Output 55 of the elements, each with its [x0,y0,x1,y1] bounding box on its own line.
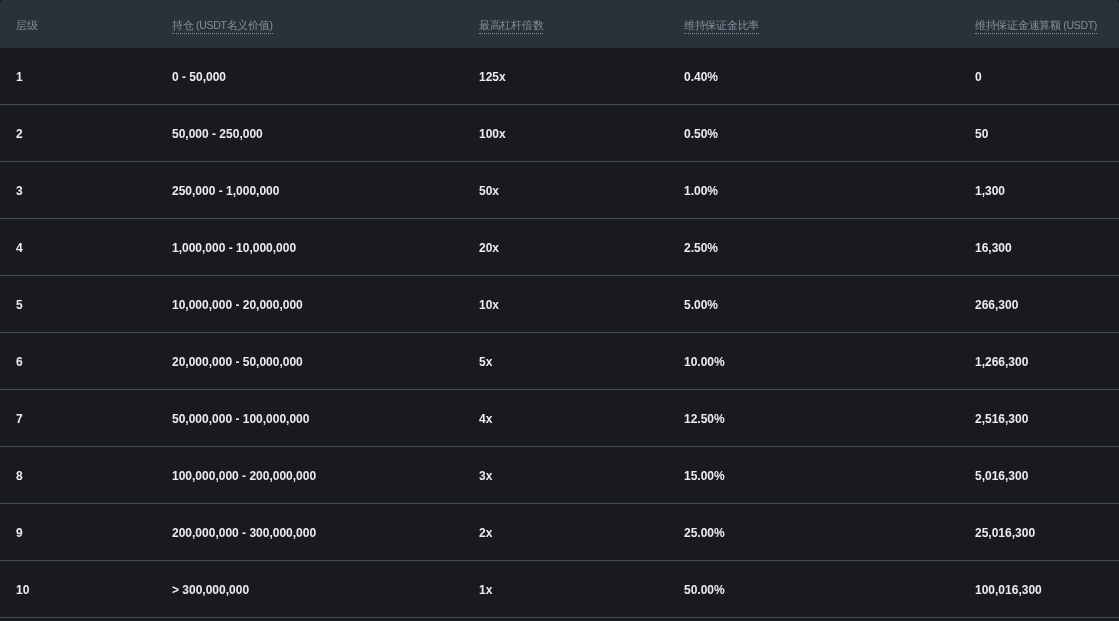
table-cell: 5.00% [684,298,719,312]
table-cell: 0 [975,70,982,84]
table-cell: 100x [479,127,506,141]
column-header: 层级 [16,19,38,33]
table-cell: 15.00% [684,469,725,483]
table-cell: 25.00% [684,526,725,540]
table-cell: 5x [479,355,493,369]
table-cell: 0.50% [684,127,719,141]
table-cell: > 300,000,000 [172,583,250,597]
table-cell: 20,000,000 - 50,000,000 [172,355,303,369]
table-cell: 1.00% [684,184,719,198]
table-cell: 0.40% [684,70,719,84]
table-cell: 0 - 50,000 [172,70,227,84]
table-cell: 12.50% [684,412,725,426]
table-cell: 5,016,300 [975,469,1029,483]
table-cell: 2 [16,127,23,141]
table-cell: 10.00% [684,355,725,369]
table-cell: 8 [16,469,23,483]
table-cell: 50.00% [684,583,725,597]
table-cell: 1,300 [975,184,1006,198]
table-cell: 100,000,000 - 200,000,000 [172,469,317,483]
table-cell: 16,300 [975,241,1012,255]
table-cell: 1,266,300 [975,355,1029,369]
table-cell: 9 [16,526,23,540]
table-cell: 266,300 [975,298,1019,312]
table-cell: 7 [16,412,23,426]
table-cell: 50,000 - 250,000 [172,127,263,141]
table-cell: 10,000,000 - 20,000,000 [172,298,303,312]
column-header: 最高杠杆倍数 [479,19,544,34]
table-cell: 10 [16,583,30,597]
table-cell: 2.50% [684,241,719,255]
column-header: 持仓 (USDT名义价值) [172,19,273,34]
table-cell: 50,000,000 - 100,000,000 [172,412,310,426]
table-cell: 1x [479,583,493,597]
table-cell: 50 [975,127,989,141]
table-cell: 25,016,300 [975,526,1036,540]
column-header: 维持保证金速算额 (USDT) [975,19,1097,34]
table-cell: 250,000 - 1,000,000 [172,184,280,198]
table-cell: 125x [479,70,506,84]
table-cell: 4 [16,241,23,255]
table-cell: 1,000,000 - 10,000,000 [172,241,297,255]
table-cell: 3x [479,469,493,483]
table-cell: 100,016,300 [975,583,1042,597]
table-cell: 10x [479,298,500,312]
table-cell: 2x [479,526,493,540]
table-cell: 4x [479,412,493,426]
table-cell: 20x [479,241,500,255]
table-cell: 5 [16,298,23,312]
column-header: 维持保证金比率 [684,19,759,34]
table-cell: 3 [16,184,23,198]
table-cell: 1 [16,70,23,84]
table-cell: 6 [16,355,23,369]
table-cell: 200,000,000 - 300,000,000 [172,526,317,540]
table-cell: 2,516,300 [975,412,1029,426]
table-cell: 50x [479,184,500,198]
